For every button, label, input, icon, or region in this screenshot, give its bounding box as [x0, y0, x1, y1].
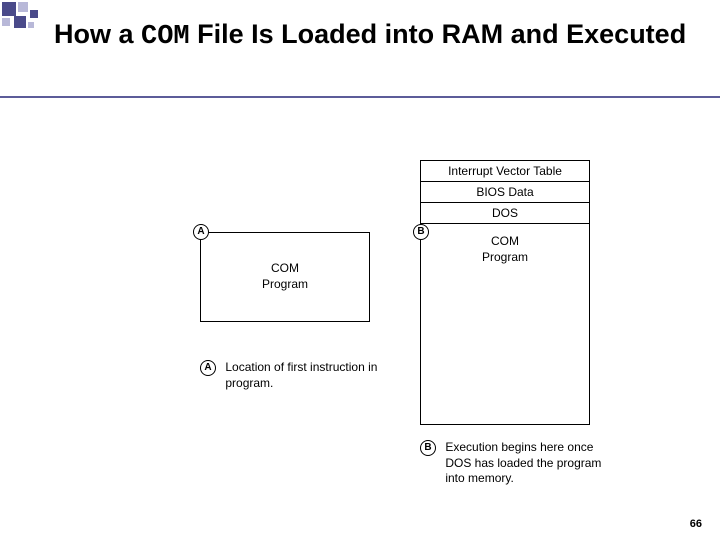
- memory-column-right: Interrupt Vector Table BIOS Data DOS COM…: [420, 160, 590, 425]
- cell-dos: DOS: [421, 203, 589, 224]
- memory-diagram: COM Program A Interrupt Vector Table BIO…: [0, 160, 720, 490]
- cell-com-program: COM Program: [421, 224, 589, 424]
- marker-a-diagram: A: [193, 224, 209, 240]
- title-underline: [0, 96, 720, 98]
- page-title: How a COM File Is Loaded into RAM and Ex…: [54, 18, 686, 55]
- corner-decoration: [0, 0, 60, 40]
- marker-b-legend: B: [420, 440, 436, 456]
- marker-a-legend: A: [200, 360, 216, 376]
- marker-b-diagram: B: [413, 224, 429, 240]
- memory-column-left: COM Program: [200, 232, 370, 322]
- com-program-label-left: COM Program: [262, 261, 308, 292]
- com-program-label-right: COM Program: [482, 234, 528, 265]
- legend-b: B Execution begins here once DOS has loa…: [420, 440, 640, 487]
- cell-bios: BIOS Data: [421, 182, 589, 203]
- legend-b-text: Execution begins here once DOS has loade…: [445, 440, 615, 487]
- cell-ivt: Interrupt Vector Table: [421, 161, 589, 182]
- legend-a: A Location of first instruction in progr…: [200, 360, 400, 391]
- page-number: 66: [690, 518, 702, 530]
- legend-a-text: Location of first instruction in program…: [225, 360, 395, 391]
